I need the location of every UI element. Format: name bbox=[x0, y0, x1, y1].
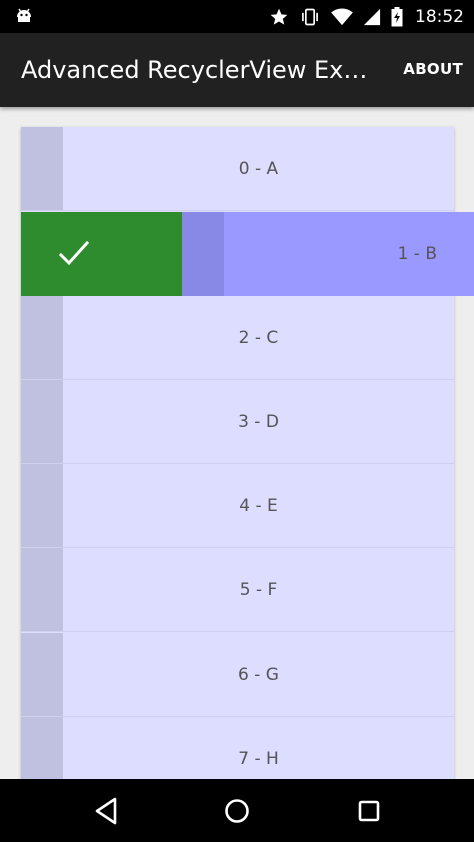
list-item[interactable]: 7 - H bbox=[21, 717, 454, 779]
drag-handle[interactable] bbox=[182, 212, 224, 296]
list-item-label: 1 - B bbox=[397, 244, 437, 264]
list-item-label: 7 - H bbox=[238, 748, 279, 769]
list-item[interactable]: 2 - C bbox=[21, 296, 454, 380]
vibrate-icon bbox=[299, 7, 321, 27]
status-icons: 18:52 bbox=[269, 0, 464, 33]
list-item[interactable]: 0 - A bbox=[21, 127, 454, 211]
drag-handle[interactable] bbox=[21, 380, 63, 463]
list-item[interactable]: 1 - B bbox=[182, 212, 474, 296]
list-item-label: 6 - G bbox=[238, 664, 279, 685]
back-icon[interactable] bbox=[91, 796, 121, 826]
star-icon bbox=[269, 7, 289, 27]
list-item-label: 3 - D bbox=[238, 411, 279, 432]
drag-handle[interactable] bbox=[21, 296, 63, 379]
list-item-label: 2 - C bbox=[238, 327, 279, 348]
home-icon[interactable] bbox=[222, 796, 252, 826]
drag-handle[interactable] bbox=[21, 464, 63, 547]
list-item-label: 0 - A bbox=[238, 158, 279, 179]
wifi-icon bbox=[331, 7, 353, 26]
about-button[interactable]: ABOUT bbox=[403, 60, 463, 78]
android-debug-icon bbox=[14, 6, 34, 26]
swiped-list-item[interactable]: 1 - B bbox=[21, 212, 474, 296]
status-bar: 18:52 bbox=[0, 0, 474, 33]
page-title: Advanced RecyclerView Exa… bbox=[21, 56, 376, 84]
signal-icon bbox=[363, 8, 381, 26]
list-item[interactable]: 4 - E bbox=[21, 464, 454, 548]
list-item[interactable]: 5 - F bbox=[21, 548, 454, 632]
list-item-label: 4 - E bbox=[239, 495, 278, 516]
recents-icon[interactable] bbox=[354, 796, 384, 826]
drag-handle[interactable] bbox=[21, 633, 63, 716]
drag-handle[interactable] bbox=[21, 127, 63, 210]
navigation-bar bbox=[0, 779, 474, 842]
drag-handle[interactable] bbox=[21, 548, 63, 631]
status-time: 18:52 bbox=[415, 6, 464, 27]
app-toolbar: Advanced RecyclerView Exa… ABOUT bbox=[0, 33, 474, 107]
list-item[interactable]: 3 - D bbox=[21, 380, 454, 464]
list-item-label: 5 - F bbox=[239, 579, 278, 600]
list-item[interactable]: 6 - G bbox=[21, 633, 454, 717]
battery-charging-icon bbox=[391, 6, 403, 27]
drag-handle[interactable] bbox=[21, 717, 63, 779]
check-icon bbox=[58, 240, 90, 266]
swipe-action-background bbox=[21, 212, 182, 296]
